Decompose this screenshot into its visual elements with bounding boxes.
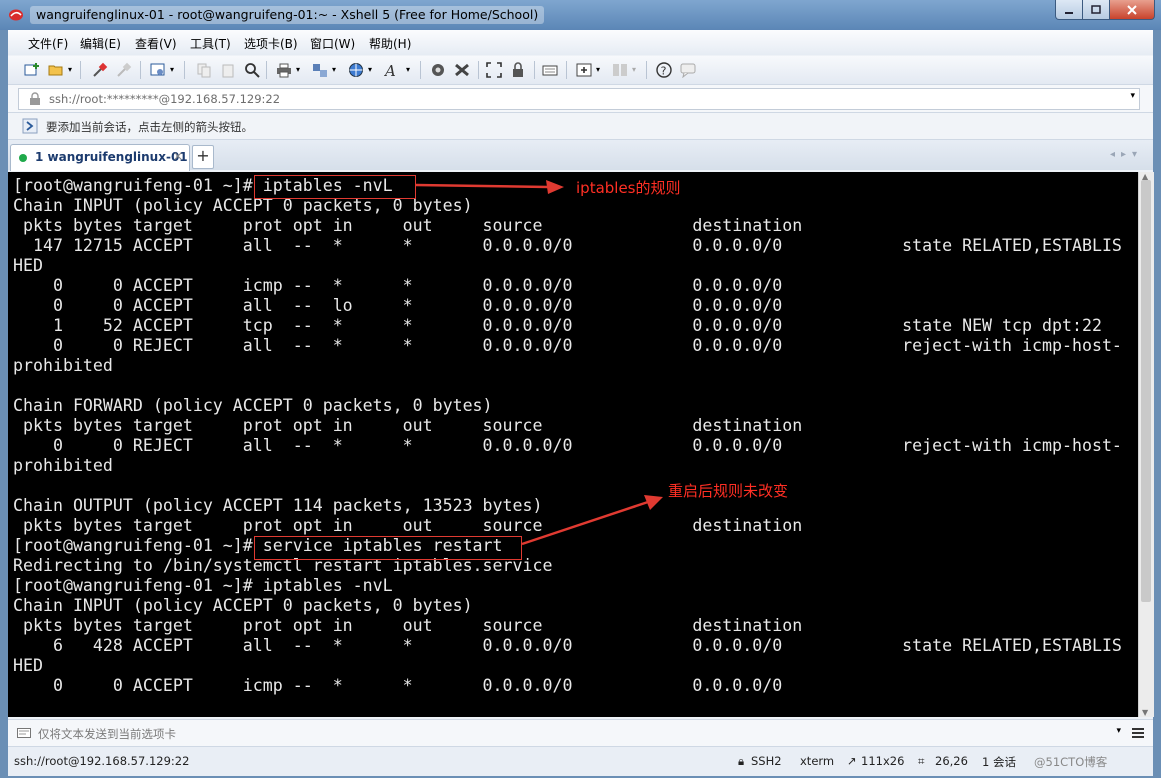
arrow-1-head	[546, 180, 564, 194]
tab-bar: 1 wangruifenglinux-01 × + ◂▸▾	[8, 140, 1153, 171]
title-bar[interactable]: wangruifenglinux-01 - root@wangruifeng-0…	[0, 0, 1161, 30]
arrow-1-shaft	[415, 183, 549, 189]
scroll-down-icon[interactable]: ▼	[1142, 708, 1148, 717]
lock-icon[interactable]	[510, 62, 526, 78]
compose-placeholder: 仅将文本发送到当前选项卡	[38, 727, 176, 741]
menu-tabs[interactable]: 选项卡(B)	[244, 35, 298, 52]
annotation-arrows	[415, 180, 663, 546]
menu-window[interactable]: 窗口(W)	[310, 35, 355, 52]
font-icon[interactable]: A	[384, 62, 400, 78]
status-cursor: 26,26	[935, 754, 968, 768]
lock-icon: 🔒︎	[738, 754, 745, 768]
lock-icon	[30, 92, 40, 105]
compose-dropdown-icon[interactable]: ▾	[1116, 726, 1121, 736]
dropdown-arrow-icon[interactable]: ▾	[406, 65, 410, 74]
status-size: 111x26	[861, 754, 905, 768]
connect-icon[interactable]	[92, 62, 108, 78]
close-window-button[interactable]	[1110, 0, 1155, 20]
toolbar: ▾ ▾ ▾ ▾ ▾ A ▾ ▾ ▾ ?	[8, 56, 1153, 85]
address-value: ssh://root:*********@192.168.57.129:22	[49, 92, 281, 106]
xmanager-icon[interactable]	[454, 62, 470, 78]
minimize-icon	[1065, 11, 1073, 14]
compose-bar[interactable]: 仅将文本发送到当前选项卡 ▾	[8, 719, 1153, 746]
dropdown-arrow-icon[interactable]: ▾	[596, 65, 600, 74]
find-icon[interactable]	[244, 62, 260, 78]
connected-status-icon	[19, 154, 27, 162]
new-session-icon[interactable]	[24, 62, 40, 78]
open-folder-icon[interactable]	[48, 62, 64, 78]
svg-text:A: A	[384, 62, 396, 78]
menu-tools[interactable]: 工具(T)	[190, 35, 231, 52]
minimize-button[interactable]	[1055, 0, 1083, 20]
keyboard-icon[interactable]	[542, 62, 558, 78]
address-input[interactable]: ssh://root:*********@192.168.57.129:22 ▾	[18, 88, 1140, 110]
dropdown-arrow-icon[interactable]: ▾	[296, 65, 300, 74]
copy-icon[interactable]	[196, 62, 212, 78]
address-bar: ssh://root:*********@192.168.57.129:22 ▾	[8, 85, 1153, 113]
arrow-2-shaft	[521, 500, 649, 546]
menu-view[interactable]: 查看(V)	[135, 35, 177, 52]
dropdown-arrow-icon[interactable]: ▾	[68, 65, 72, 74]
disconnect-icon[interactable]	[116, 62, 132, 78]
dropdown-arrow-icon[interactable]: ▾	[632, 65, 636, 74]
globe-icon[interactable]	[348, 62, 364, 78]
size-icon: ↗	[847, 754, 857, 768]
add-tab-icon[interactable]	[576, 62, 592, 78]
fullscreen-icon[interactable]	[486, 62, 502, 78]
app-window: 文件(F) 编辑(E) 查看(V) 工具(T) 选项卡(B) 窗口(W) 帮助(…	[8, 30, 1154, 776]
status-bar: ssh://root@192.168.57.129:22 🔒︎ SSH2 xte…	[8, 746, 1153, 776]
svg-text:?: ?	[661, 65, 667, 78]
dropdown-arrow-icon[interactable]: ▾	[368, 65, 372, 74]
status-watermark: @51CTO博客	[1034, 755, 1108, 769]
transfer-icon[interactable]	[312, 62, 328, 78]
maximize-icon	[1091, 4, 1101, 14]
annotation-unchanged: 重启后规则未改变	[668, 482, 789, 500]
status-connection: ssh://root@192.168.57.129:22	[14, 754, 190, 768]
help-icon[interactable]: ?	[656, 62, 672, 78]
xshell-logo-icon	[9, 9, 23, 21]
chat-icon[interactable]	[680, 62, 696, 78]
menu-edit[interactable]: 编辑(E)	[80, 35, 121, 52]
terminal-output[interactable]: [root@wangruifeng-01 ~]# iptables -nvL Ch…	[8, 172, 1138, 717]
tab-session[interactable]: 1 wangruifenglinux-01 ×	[10, 144, 190, 171]
menu-help[interactable]: 帮助(H)	[369, 35, 411, 52]
tab-label: 1 wangruifenglinux-01	[35, 150, 188, 164]
add-tab-button[interactable]: +	[192, 145, 214, 169]
address-dropdown-icon[interactable]: ▾	[1130, 91, 1135, 101]
status-protocol: SSH2	[751, 754, 782, 768]
print-icon[interactable]	[276, 62, 292, 78]
tab-scroll-arrows-icon[interactable]: ◂▸▾	[1110, 149, 1143, 160]
paste-icon[interactable]	[220, 62, 236, 78]
scroll-thumb[interactable]	[1141, 180, 1151, 602]
session-hint-bar: 要添加当前会话，点击左侧的箭头按钮。	[8, 113, 1153, 140]
menu-lines-icon[interactable]	[1131, 726, 1145, 740]
close-icon	[1127, 4, 1137, 15]
status-terminal-type: xterm	[800, 754, 835, 768]
dropdown-arrow-icon[interactable]: ▾	[170, 65, 174, 74]
properties-icon[interactable]	[150, 62, 166, 78]
compose-icon	[17, 728, 31, 738]
window-title: wangruifenglinux-01 - root@wangruifeng-0…	[30, 6, 545, 24]
tab-close-icon[interactable]: ×	[173, 149, 183, 163]
xftp-icon[interactable]	[430, 62, 446, 78]
terminal-scrollbar[interactable]: ▲ ▼	[1138, 172, 1154, 717]
annotation-rules: iptables的规则	[576, 179, 681, 197]
dropdown-arrow-icon[interactable]: ▾	[332, 65, 336, 74]
menu-bar: 文件(F) 编辑(E) 查看(V) 工具(T) 选项卡(B) 窗口(W) 帮助(…	[8, 30, 1153, 55]
session-arrow-icon[interactable]	[22, 118, 38, 134]
status-sessions: 1 会话	[982, 755, 1016, 769]
hint-text: 要添加当前会话，点击左侧的箭头按钮。	[46, 120, 253, 134]
maximize-button[interactable]	[1083, 0, 1110, 20]
cursor-icon: ⌗	[918, 754, 925, 768]
menu-file[interactable]: 文件(F)	[28, 35, 68, 52]
layout-icon[interactable]	[612, 62, 628, 78]
